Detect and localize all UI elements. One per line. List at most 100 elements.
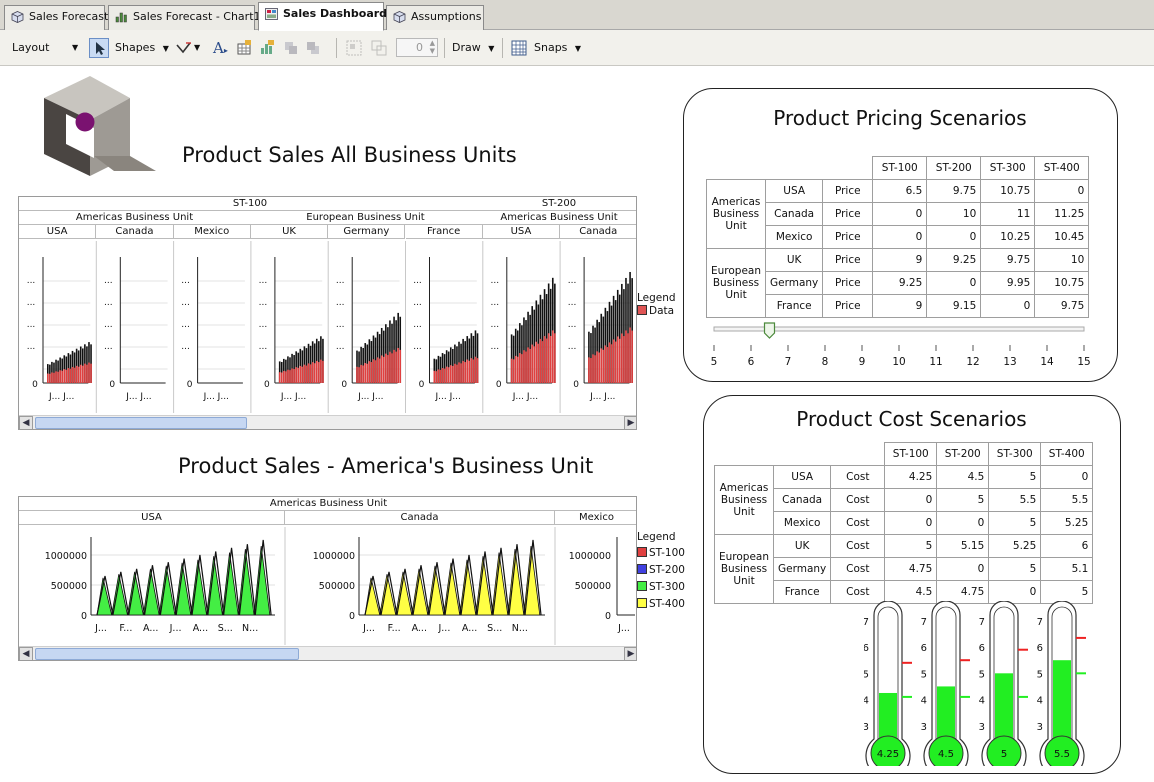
snaps-dropdown[interactable]: Snaps ▼	[534, 39, 581, 57]
bar-mark	[73, 367, 76, 383]
value-cell[interactable]: 10.45	[1034, 225, 1090, 249]
value-cell[interactable]: 5.25	[1040, 511, 1094, 535]
slider-tick-label: 12	[966, 356, 979, 367]
value-cell[interactable]: 5	[988, 465, 1042, 489]
value-cell[interactable]: 4.5	[936, 465, 990, 489]
bar-mark	[627, 333, 629, 383]
y-tick-label: ...	[336, 320, 345, 330]
value-cell[interactable]: 9.75	[980, 248, 1036, 272]
scroll-right-icon[interactable]: ▶	[624, 416, 636, 429]
scroll-thumb[interactable]	[35, 417, 247, 429]
layout-dropdown[interactable]: Layout ▼	[12, 39, 80, 57]
value-cell[interactable]: 0	[926, 225, 982, 249]
tab-sales-dashboard[interactable]: Sales Dashboard	[258, 2, 387, 31]
tab-sales-forecast[interactable]: Sales Forecast	[4, 5, 109, 30]
bar-mark	[606, 347, 609, 383]
x-tick-label: J... J...	[280, 392, 306, 402]
value-cell[interactable]: 5	[936, 488, 990, 512]
value-cell[interactable]: 9.25	[926, 248, 982, 272]
spinner-arrows-icon: ▲ ▼	[429, 39, 435, 55]
thermometer-value: 4.5	[938, 749, 954, 760]
value-cell[interactable]: 10.25	[980, 225, 1036, 249]
value-cell[interactable]: 5.5	[1040, 488, 1094, 512]
value-cell[interactable]: 4.75	[884, 557, 938, 581]
value-cell[interactable]: 5.25	[988, 534, 1042, 558]
thermometer-scale-label: 7	[864, 617, 869, 628]
price-slider[interactable]: 5 6 7 8 9 10 11 12 13 14 15	[704, 317, 1104, 367]
x-tick-label: J...	[169, 623, 182, 634]
bu-header-european: European Business Unit	[250, 211, 481, 225]
tab-label: Sales Forecast	[29, 10, 109, 23]
value-cell[interactable]: 0	[980, 294, 1036, 318]
value-cell[interactable]: 5.1	[1040, 557, 1094, 581]
value-cell[interactable]: 9.15	[926, 294, 982, 318]
value-cell[interactable]: 0	[936, 511, 990, 535]
y-tick-label: ...	[27, 298, 36, 308]
value-cell[interactable]: 11.25	[1034, 202, 1090, 226]
value-cell[interactable]: 6	[1040, 534, 1094, 558]
x-tick-label: J... J...	[125, 392, 151, 402]
country-cell: UK	[773, 534, 832, 558]
slider-tick-label: 5	[711, 356, 718, 367]
size-spinner[interactable]: 0 ▲ ▼	[396, 38, 438, 57]
value-cell[interactable]: 9.75	[1034, 294, 1090, 318]
tab-sales-forecast-chart1[interactable]: Sales Forecast - Chart1	[108, 5, 261, 30]
bar-mark	[460, 363, 462, 383]
value-cell[interactable]: 9.95	[980, 271, 1036, 295]
value-cell[interactable]: 0	[926, 271, 982, 295]
value-cell[interactable]: 5	[884, 534, 938, 558]
value-cell[interactable]: 5	[988, 557, 1042, 581]
bar-mark	[368, 361, 371, 383]
value-cell[interactable]: 10.75	[980, 179, 1036, 203]
chevron-down-icon[interactable]: ▼	[194, 39, 200, 57]
value-cell[interactable]: 0	[884, 488, 938, 512]
bar-mark	[313, 363, 316, 383]
draw-dropdown[interactable]: Draw ▼	[452, 39, 494, 57]
value-cell[interactable]: 9	[872, 294, 928, 318]
value-cell[interactable]: 5	[988, 511, 1042, 535]
bar-mark	[521, 354, 523, 383]
bar-mark	[472, 359, 475, 383]
scroll-thumb[interactable]	[35, 648, 299, 660]
value-cell[interactable]: 0	[936, 557, 990, 581]
bar-mark	[588, 357, 590, 383]
value-cell[interactable]: 0	[872, 225, 928, 249]
value-cell[interactable]: 0	[1034, 179, 1090, 203]
line-tool-icon[interactable]	[176, 40, 192, 56]
scroll-right-icon[interactable]: ▶	[624, 647, 636, 660]
shapes-dropdown[interactable]: Shapes ▼	[115, 39, 169, 57]
value-cell[interactable]: 9.75	[926, 179, 982, 203]
grid-snaps-icon[interactable]	[511, 40, 527, 56]
table-insert-icon[interactable]	[236, 40, 252, 56]
value-cell[interactable]: 11	[980, 202, 1036, 226]
value-cell[interactable]: 9.25	[872, 271, 928, 295]
bar-mark	[537, 343, 540, 383]
scroll-left-icon[interactable]: ◀	[19, 647, 33, 660]
value-cell[interactable]: 0	[884, 511, 938, 535]
sales-america-area: 0 0 0 500000 500000 500000 1000000 1000000 10000…	[45, 527, 635, 645]
tab-assumptions[interactable]: Assumptions	[386, 5, 484, 30]
chart-insert-icon[interactable]	[259, 40, 275, 56]
y-tick-label: 0	[341, 380, 347, 390]
value-cell[interactable]: 10.75	[1034, 271, 1090, 295]
value-cell[interactable]: 5.5	[988, 488, 1042, 512]
sales-all-chart-panel: ST-100 ST-200 Americas Business Unit Eur…	[18, 196, 637, 430]
horizontal-scrollbar[interactable]: ◀ ▶	[19, 646, 636, 660]
bar-mark	[596, 351, 598, 383]
thermometer-scale-label: 4	[921, 696, 927, 707]
value-cell[interactable]: 0	[872, 202, 928, 226]
value-cell[interactable]: 9	[872, 248, 928, 272]
value-cell[interactable]: 10	[1034, 248, 1090, 272]
value-cell[interactable]: 5.15	[936, 534, 990, 558]
pointer-tool-button[interactable]	[89, 38, 109, 58]
scroll-left-icon[interactable]: ◀	[19, 416, 33, 429]
value-cell[interactable]: 6.5	[872, 179, 928, 203]
bar-mark	[362, 365, 364, 383]
value-cell[interactable]: 4.25	[884, 465, 938, 489]
horizontal-scrollbar[interactable]: ◀ ▶	[19, 415, 636, 429]
text-tool-icon[interactable]: A▸	[213, 39, 228, 57]
value-cell[interactable]: 10	[926, 202, 982, 226]
bar-mark	[512, 359, 515, 383]
value-cell[interactable]: 0	[1040, 465, 1094, 489]
bar-mark	[82, 365, 84, 383]
